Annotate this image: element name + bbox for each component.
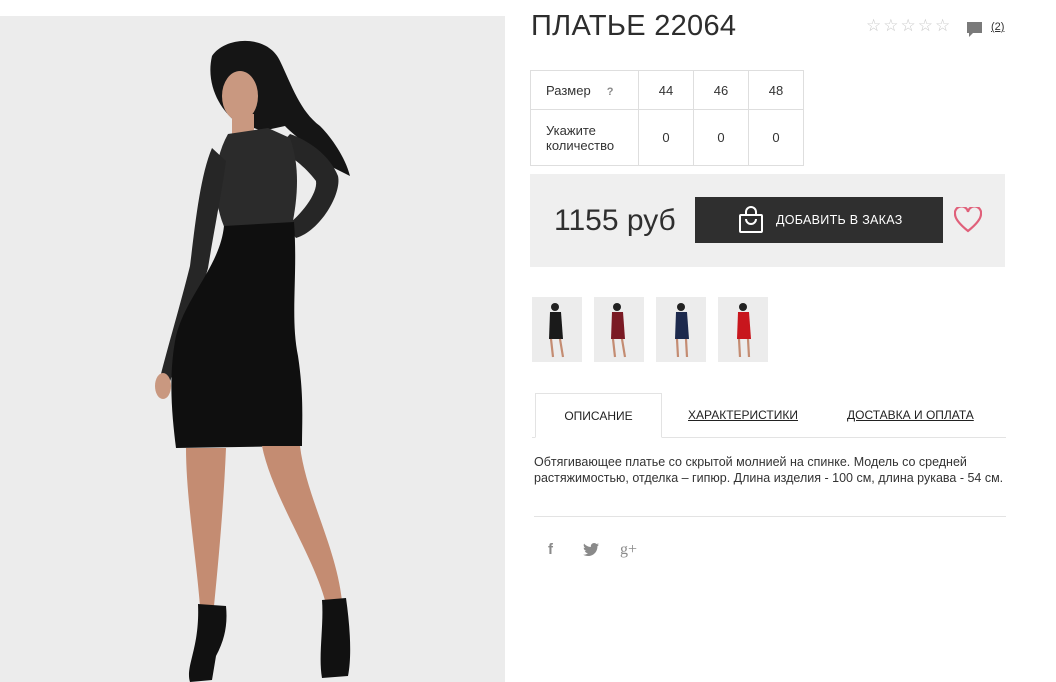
product-tabs: ОПИСАНИЕ ХАРАКТЕРИСТИКИ ДОСТАВКА И ОПЛАТ… [532,393,1006,438]
facebook-icon[interactable]: f [548,541,553,558]
quantity-input[interactable]: 0 [638,109,694,166]
thumb-navy[interactable] [656,297,706,362]
tab-characteristics[interactable]: ХАРАКТЕРИСТИКИ [688,393,798,437]
tab-description[interactable]: ОПИСАНИЕ [535,393,662,438]
size-option[interactable]: 48 [748,70,804,110]
review-count-link[interactable]: (2) [991,21,1004,33]
thumb-burgundy[interactable] [594,297,644,362]
comment-icon[interactable] [966,21,983,38]
twitter-icon[interactable] [583,543,599,556]
star-icon[interactable]: ☆ [866,17,881,35]
heart-icon[interactable] [954,207,982,233]
size-option[interactable]: 46 [693,70,749,110]
quantity-input[interactable]: 0 [693,109,749,166]
size-table: Размер? 44 46 48 Укажите количество 0 0 … [530,70,804,166]
thumbnail-gallery [532,297,768,362]
product-price: 1155 руб [554,204,676,237]
star-icon[interactable]: ☆ [883,17,898,35]
star-icon[interactable]: ☆ [901,17,916,35]
price-panel: 1155 руб ДОБАВИТЬ В ЗАКАЗ [530,174,1005,267]
shopping-bag-icon [739,206,763,233]
product-title: ПЛАТЬЕ 22064 [531,10,737,42]
size-label: Размер [546,82,591,98]
quantity-label: Укажите количество [530,109,639,166]
star-icon[interactable]: ☆ [935,17,950,35]
thumb-black[interactable] [532,297,582,362]
size-option[interactable]: 44 [638,70,694,110]
thumb-red[interactable] [718,297,768,362]
tab-delivery-payment[interactable]: ДОСТАВКА И ОПЛАТА [847,393,974,437]
google-plus-icon[interactable]: g+ [620,541,637,559]
add-to-order-label: ДОБАВИТЬ В ЗАКАЗ [776,213,903,227]
add-to-order-button[interactable]: ДОБАВИТЬ В ЗАКАЗ [695,197,943,243]
product-description: Обтягивающее платье со скрытой молнией н… [534,455,1004,485]
star-icon[interactable]: ☆ [918,17,933,35]
rating-stars[interactable]: ☆ ☆ ☆ ☆ ☆ [866,17,950,35]
size-label-cell: Размер? [530,70,639,110]
divider [534,516,1006,517]
size-help-icon[interactable]: ? [607,86,614,98]
quantity-input[interactable]: 0 [748,109,804,166]
product-main-image[interactable] [0,16,505,682]
